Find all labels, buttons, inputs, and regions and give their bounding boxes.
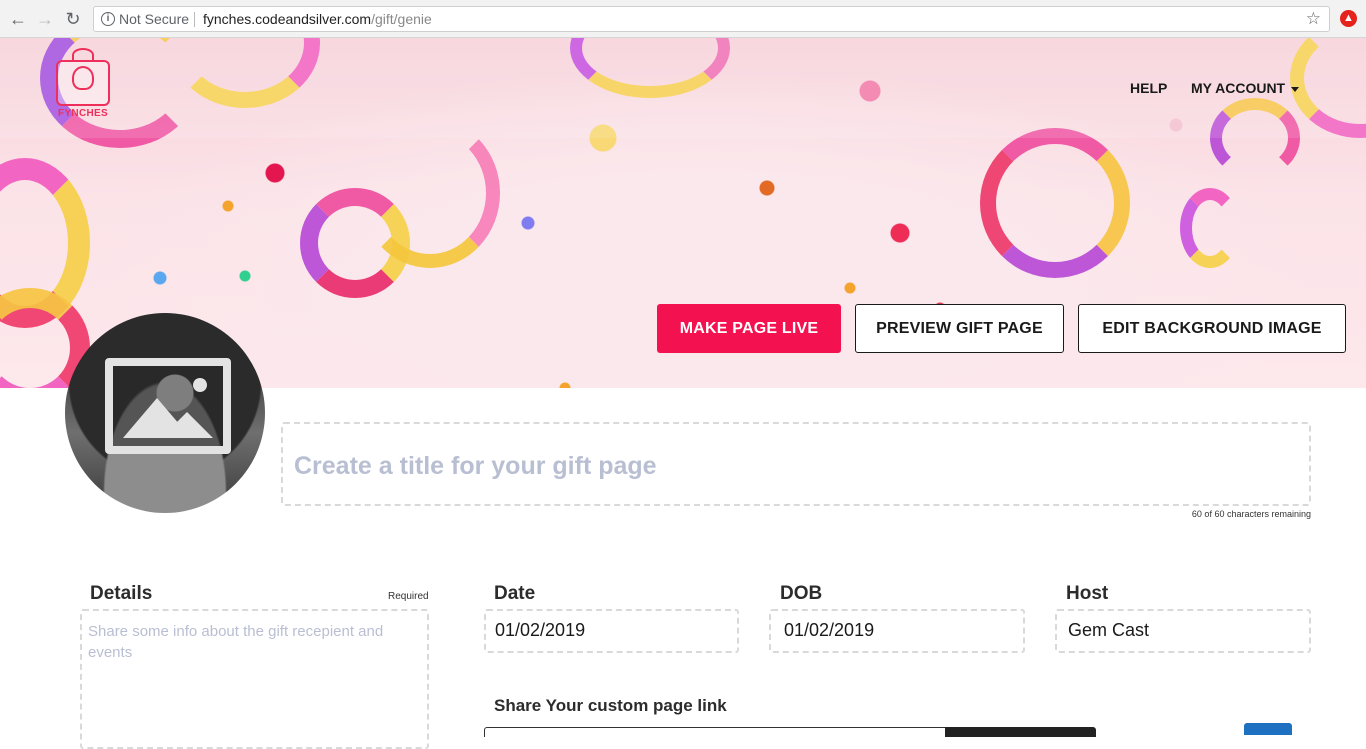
reload-icon[interactable]: ↻ <box>63 9 83 29</box>
bird-icon <box>72 66 94 90</box>
make-page-live-button[interactable]: MAKE PAGE LIVE <box>657 304 841 353</box>
browser-toolbar: ← → ↻ i Not Secure fynches.codeandsilver… <box>0 0 1366 38</box>
security-label: Not Secure <box>119 11 190 27</box>
back-icon[interactable]: ← <box>8 9 28 29</box>
extension-icon[interactable]: ▲ <box>1340 10 1357 27</box>
info-icon[interactable]: i <box>101 12 115 26</box>
custom-link-button[interactable] <box>945 727 1096 737</box>
logo-text: FYNCHES <box>58 108 108 119</box>
image-upload-icon[interactable] <box>105 358 231 454</box>
custom-link-input[interactable] <box>484 727 946 737</box>
address-bar[interactable]: i Not Secure fynches.codeandsilver.com/g… <box>93 6 1330 32</box>
preview-gift-page-button[interactable]: PREVIEW GIFT PAGE <box>855 304 1064 353</box>
share-action-button[interactable] <box>1244 723 1292 735</box>
fynches-logo[interactable]: FYNCHES <box>54 46 112 121</box>
streamer-decoration <box>360 118 500 268</box>
streamer-decoration <box>980 128 1130 278</box>
date-field[interactable]: 01/02/2019 <box>484 609 739 653</box>
image-sun <box>193 378 207 392</box>
profile-avatar[interactable] <box>65 313 265 513</box>
url-text[interactable]: fynches.codeandsilver.com/gift/genie <box>203 11 432 27</box>
streamer-decoration <box>1180 188 1240 268</box>
details-placeholder: Share some info about the gift recepient… <box>88 623 384 661</box>
host-label: Host <box>1066 583 1109 604</box>
details-textarea[interactable]: Share some info about the gift recepient… <box>80 609 429 749</box>
dob-label: DOB <box>780 583 823 604</box>
details-label: Details <box>90 583 153 604</box>
bookmark-star-icon[interactable]: ☆ <box>1306 9 1321 29</box>
omnibox-divider <box>194 12 195 27</box>
my-account-label: MY ACCOUNT <box>1191 80 1286 96</box>
dob-field[interactable]: 01/02/2019 <box>769 609 1025 653</box>
title-placeholder: Create a title for your gift page <box>294 452 657 480</box>
host-field[interactable]: Gem Cast <box>1055 609 1311 653</box>
title-char-count: 60 of 60 characters remaining <box>1191 509 1311 519</box>
date-label: Date <box>494 583 536 604</box>
gift-page-title-input[interactable]: Create a title for your gift page <box>281 422 1311 506</box>
caret-down-icon <box>1291 86 1300 92</box>
required-label: Required <box>388 591 429 602</box>
nav-my-account[interactable]: MY ACCOUNT <box>1191 80 1300 96</box>
image-mountain-small <box>161 412 213 438</box>
share-link-label: Share Your custom page link <box>494 696 727 715</box>
edit-background-image-button[interactable]: EDIT BACKGROUND IMAGE <box>1078 304 1346 353</box>
forward-icon[interactable]: → <box>35 9 55 29</box>
nav-help[interactable]: HELP <box>1130 80 1167 96</box>
